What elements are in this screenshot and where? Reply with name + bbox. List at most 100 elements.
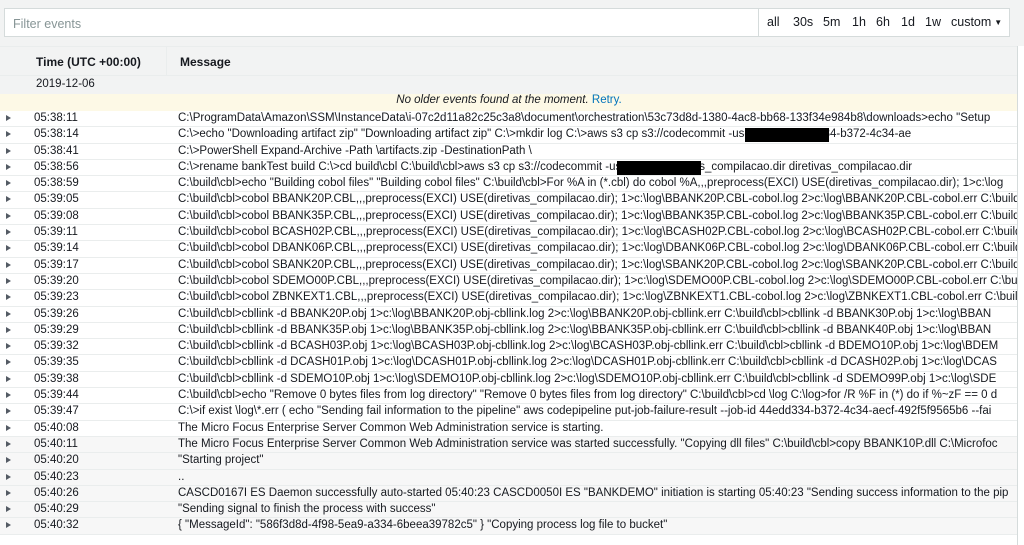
expand-arrow-icon[interactable] bbox=[6, 245, 11, 252]
log-event-row[interactable]: 05:40:11 The Micro Focus Enterprise Serve… bbox=[0, 436, 1018, 454]
expand-arrow-icon[interactable] bbox=[6, 522, 11, 529]
retry-link[interactable]: Retry. bbox=[592, 94, 622, 106]
expand-arrow-icon[interactable] bbox=[6, 343, 11, 350]
expand-arrow-icon[interactable] bbox=[6, 277, 11, 284]
range-6h-button[interactable]: 6h bbox=[876, 15, 890, 29]
event-message: C:\>echo "Downloading artifact zip" "Dow… bbox=[178, 128, 912, 141]
event-message: C:\build\cbl>echo "Remove 0 bytes files … bbox=[178, 389, 998, 402]
event-message: C:\build\cbl>echo "Building cobol files"… bbox=[178, 177, 1004, 190]
expand-arrow-icon[interactable] bbox=[6, 131, 11, 138]
caret-down-icon: ▼ bbox=[994, 18, 1003, 27]
expand-arrow-icon[interactable] bbox=[6, 489, 11, 496]
event-time: 05:39:20 bbox=[34, 274, 79, 287]
log-event-row[interactable]: 05:40:32 { "MessageId": "586f3d8d-4f98-5e… bbox=[0, 518, 1018, 535]
event-time: 05:39:08 bbox=[34, 209, 79, 222]
event-message: C:\build\cbl>cobol BCASH02P.CBL,,,prepro… bbox=[178, 226, 1018, 239]
event-time: 05:39:14 bbox=[34, 242, 79, 255]
expand-arrow-icon[interactable] bbox=[6, 506, 11, 513]
event-message: C:\build\cbl>cbllink -d DCASH01P.obj 1>c… bbox=[178, 356, 997, 369]
table-header: Time (UTC +00:00) Message bbox=[0, 46, 1018, 77]
event-message: The Micro Focus Enterprise Server Common… bbox=[178, 421, 604, 434]
range-5m-button[interactable]: 5m bbox=[823, 15, 840, 29]
log-event-row[interactable]: 05:40:23.. bbox=[0, 469, 1018, 486]
range-1d-button[interactable]: 1d bbox=[901, 15, 915, 29]
log-event-row[interactable]: 05:39:29 C:\build\cbl>cbllink -d BBANK35P… bbox=[0, 322, 1018, 340]
filter-box: all 30s 5m 1h 6h 1d 1w custom▼ bbox=[4, 8, 1010, 37]
event-message: C:\>if exist \log\*.err ( echo "Sending … bbox=[178, 405, 992, 418]
event-time: 05:39:23 bbox=[34, 291, 79, 304]
expand-arrow-icon[interactable] bbox=[6, 261, 11, 268]
log-event-row[interactable]: 05:38:56 C:\>rename bankTest build C:\>cd… bbox=[0, 159, 1018, 177]
log-event-row[interactable]: 05:39:11 C:\build\cbl>cobol BCASH02P.CBL,… bbox=[0, 225, 1018, 242]
log-event-row[interactable]: 05:39:47 C:\>if exist \log\*.err ( echo "… bbox=[0, 404, 1018, 421]
log-event-row[interactable]: 05:40:08 The Micro Focus Enterprise Serve… bbox=[0, 420, 1018, 437]
event-message: CASCD0167I ES Daemon successfully auto-s… bbox=[178, 486, 1009, 499]
event-time: 05:40:23 bbox=[34, 470, 79, 483]
log-event-row[interactable]: 05:39:26 C:\build\cbl>cbllink -d BBANK20P… bbox=[0, 306, 1018, 323]
expand-arrow-icon[interactable] bbox=[6, 294, 11, 301]
log-event-row[interactable]: 05:40:26 CASCD0167I ES Daemon successfull… bbox=[0, 485, 1018, 503]
column-divider bbox=[166, 47, 167, 77]
expand-arrow-icon[interactable] bbox=[6, 115, 11, 121]
time-column-header[interactable]: Time (UTC +00:00) bbox=[36, 55, 141, 69]
log-event-row[interactable]: 05:39:35 C:\build\cbl>cbllink -d DCASH01P… bbox=[0, 355, 1018, 372]
event-message: C:\build\cbl>cobol DBANK06P.CBL,,,prepro… bbox=[178, 242, 1018, 255]
expand-arrow-icon[interactable] bbox=[6, 229, 11, 236]
event-time: 05:39:11 bbox=[34, 226, 78, 239]
event-time: 05:39:47 bbox=[34, 405, 79, 418]
filter-events-input[interactable] bbox=[11, 12, 745, 35]
log-event-row[interactable]: 05:38:14 C:\>echo "Downloading artifact z… bbox=[0, 127, 1018, 144]
expand-arrow-icon[interactable] bbox=[6, 457, 11, 464]
expand-arrow-icon[interactable] bbox=[6, 473, 11, 480]
log-event-row[interactable]: 05:39:44 C:\build\cbl>echo "Remove 0 byte… bbox=[0, 388, 1018, 405]
log-event-row[interactable]: 05:38:11 C:\ProgramData\Amazon\SSM\Instan… bbox=[0, 111, 1018, 128]
event-time: 05:39:38 bbox=[34, 372, 79, 385]
log-event-row[interactable]: 05:40:20 "Starting project" bbox=[0, 453, 1018, 470]
expand-arrow-icon[interactable] bbox=[6, 375, 11, 382]
event-time: 05:39:44 bbox=[34, 389, 79, 402]
event-time: 05:40:32 bbox=[34, 519, 79, 532]
date-group-row: 2019-12-06 bbox=[0, 76, 1018, 94]
event-time: 05:40:11 bbox=[34, 437, 78, 450]
event-time: 05:39:26 bbox=[34, 307, 79, 320]
range-1w-button[interactable]: 1w bbox=[925, 15, 941, 29]
filter-bar: all 30s 5m 1h 6h 1d 1w custom▼ bbox=[0, 0, 1024, 46]
log-event-row[interactable]: 05:39:14 C:\build\cbl>cobol DBANK06P.CBL,… bbox=[0, 241, 1018, 258]
expand-arrow-icon[interactable] bbox=[6, 326, 11, 333]
event-message: "Sending signal to finish the process wi… bbox=[178, 503, 436, 516]
expand-arrow-icon[interactable] bbox=[6, 359, 11, 366]
event-message: C:\>PowerShell Expand-Archive -Path \art… bbox=[178, 144, 532, 157]
log-event-row[interactable]: 05:38:41 C:\>PowerShell Expand-Archive -P… bbox=[0, 143, 1018, 160]
range-custom-dropdown[interactable]: custom ▼ bbox=[951, 15, 1002, 29]
expand-arrow-icon[interactable] bbox=[6, 310, 11, 317]
range-all-button[interactable]: all bbox=[767, 15, 780, 29]
expand-arrow-icon[interactable] bbox=[6, 424, 11, 431]
expand-arrow-icon[interactable] bbox=[6, 212, 11, 219]
expand-arrow-icon[interactable] bbox=[6, 163, 11, 170]
expand-arrow-icon[interactable] bbox=[6, 392, 11, 399]
log-events-list: 05:38:11 C:\ProgramData\Amazon\SSM\Instan… bbox=[0, 111, 1018, 535]
event-message: C:\>rename bankTest build C:\>cd build\c… bbox=[178, 160, 913, 173]
event-message: C:\build\cbl>cobol ZBNKEXT1.CBL,,,prepro… bbox=[178, 291, 1018, 304]
expand-arrow-icon[interactable] bbox=[6, 147, 11, 154]
expand-arrow-icon[interactable] bbox=[6, 408, 11, 415]
event-time: 05:40:20 bbox=[34, 454, 79, 467]
expand-arrow-icon[interactable] bbox=[6, 440, 11, 447]
log-event-row[interactable]: 05:38:59 C:\build\cbl>echo "Building cobo… bbox=[0, 176, 1018, 193]
log-event-row[interactable]: 05:39:23 C:\build\cbl>cobol ZBNKEXT1.CBL,… bbox=[0, 290, 1018, 307]
range-30s-button[interactable]: 30s bbox=[793, 15, 813, 29]
range-1h-button[interactable]: 1h bbox=[852, 15, 866, 29]
expand-arrow-icon[interactable] bbox=[6, 196, 11, 203]
log-event-row[interactable]: 05:39:17 C:\build\cbl>cobol SBANK20P.CBL,… bbox=[0, 257, 1018, 274]
log-event-row[interactable]: 05:39:08 C:\build\cbl>cobol BBANK35P.CBL,… bbox=[0, 208, 1018, 226]
event-message: C:\build\cbl>cbllink -d BBANK20P.obj 1>c… bbox=[178, 307, 992, 320]
log-event-row[interactable]: 05:40:29 "Sending signal to finish the pr… bbox=[0, 502, 1018, 519]
event-message: C:\build\cbl>cobol SBANK20P.CBL,,,prepro… bbox=[178, 258, 1018, 271]
event-time: 05:38:14 bbox=[34, 128, 79, 141]
log-event-row[interactable]: 05:39:32 C:\build\cbl>cbllink -d BCASH03P… bbox=[0, 339, 1018, 356]
range-custom-label: custom bbox=[951, 15, 992, 29]
log-event-row[interactable]: 05:39:05 C:\build\cbl>cobol BBANK20P.CBL,… bbox=[0, 192, 1018, 209]
log-event-row[interactable]: 05:39:20 C:\build\cbl>cobol SDEMO00P.CBL,… bbox=[0, 273, 1018, 291]
expand-arrow-icon[interactable] bbox=[6, 180, 11, 187]
log-event-row[interactable]: 05:39:38 C:\build\cbl>cbllink -d SDEMO10P… bbox=[0, 371, 1018, 389]
